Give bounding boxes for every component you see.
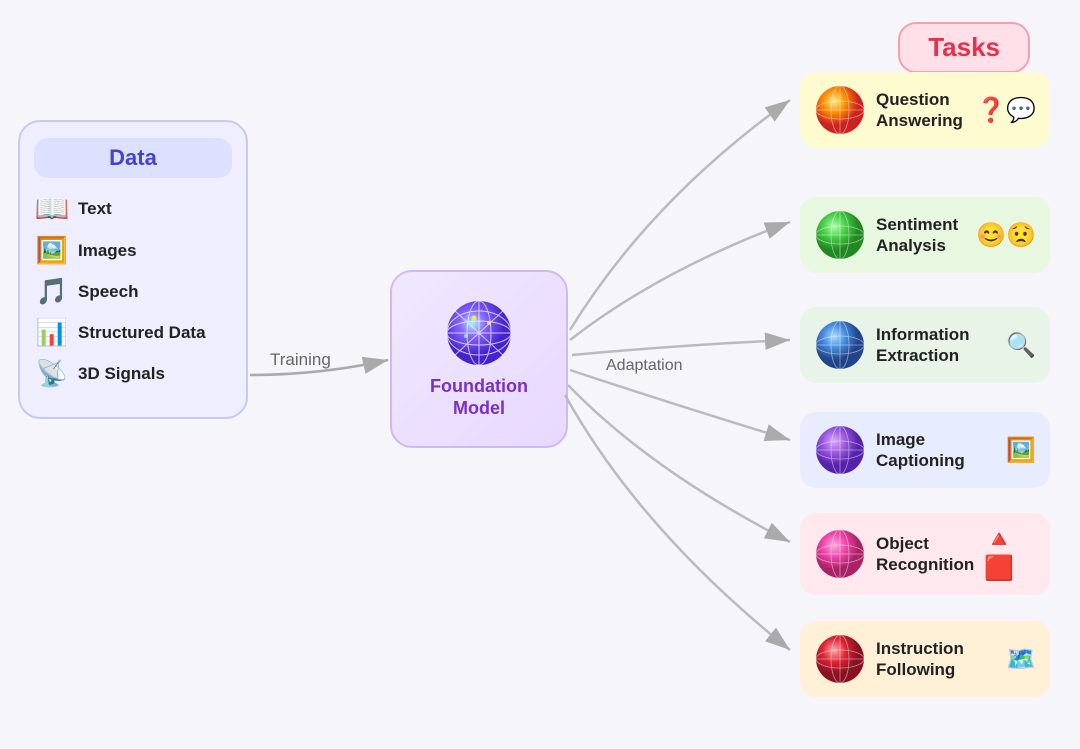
or-sphere [814, 528, 866, 580]
fm-label: Foundation Model [430, 376, 528, 419]
task-card-or: Object Recognition 🔺🟥 [800, 513, 1050, 595]
foundation-model-box: Foundation Model [390, 270, 568, 448]
ic-sphere [814, 424, 866, 476]
ie-emoji: 🔍 [1006, 331, 1036, 360]
data-item-signals: 📡 3D Signals [34, 358, 232, 389]
data-item-structured: 📊 Structured Data [34, 317, 232, 348]
data-item-structured-label: Structured Data [78, 323, 206, 343]
or-label: Object Recognition [876, 533, 974, 576]
data-panel: Data 📖 Text 🖼️ Images 🎵 Speech 📊 Structu… [18, 120, 248, 419]
task-card-sa: Sentiment Analysis 😊😟 [800, 197, 1050, 273]
data-item-images-label: Images [78, 241, 137, 261]
ie-label: Information Extraction [876, 324, 996, 367]
signals-icon: 📡 [34, 358, 70, 389]
qa-emoji: ❓💬 [976, 96, 1036, 125]
structured-icon: 📊 [34, 317, 70, 348]
data-item-text: 📖 Text [34, 192, 232, 225]
sa-emoji: 😊😟 [976, 221, 1036, 250]
task-card-qa: Question Answering ❓💬 [800, 72, 1050, 148]
if-label: Instruction Following [876, 638, 996, 681]
task-card-ic: Image Captioning 🖼️ [800, 412, 1050, 488]
training-label: Training [262, 348, 339, 372]
fm-sphere [444, 298, 514, 368]
images-icon: 🖼️ [34, 235, 70, 266]
sa-sphere [814, 209, 866, 261]
data-item-speech: 🎵 Speech [34, 276, 232, 307]
task-card-ie: Information Extraction 🔍 [800, 307, 1050, 383]
text-icon: 📖 [34, 192, 70, 225]
tasks-label: Tasks [898, 22, 1030, 73]
or-emoji: 🔺🟥 [984, 525, 1036, 583]
sa-label: Sentiment Analysis [876, 214, 966, 257]
ic-emoji: 🖼️ [1006, 436, 1036, 465]
qa-label: Question Answering [876, 89, 966, 132]
data-item-text-label: Text [78, 199, 112, 219]
if-sphere [814, 633, 866, 685]
adaptation-label: Adaptation [598, 355, 691, 377]
data-title: Data [34, 138, 232, 178]
data-item-speech-label: Speech [78, 282, 138, 302]
speech-icon: 🎵 [34, 276, 70, 307]
if-emoji: 🗺️ [1006, 645, 1036, 674]
data-item-images: 🖼️ Images [34, 235, 232, 266]
ie-sphere [814, 319, 866, 371]
task-card-if: Instruction Following 🗺️ [800, 621, 1050, 697]
ic-label: Image Captioning [876, 429, 996, 472]
data-item-signals-label: 3D Signals [78, 364, 165, 384]
qa-sphere [814, 84, 866, 136]
